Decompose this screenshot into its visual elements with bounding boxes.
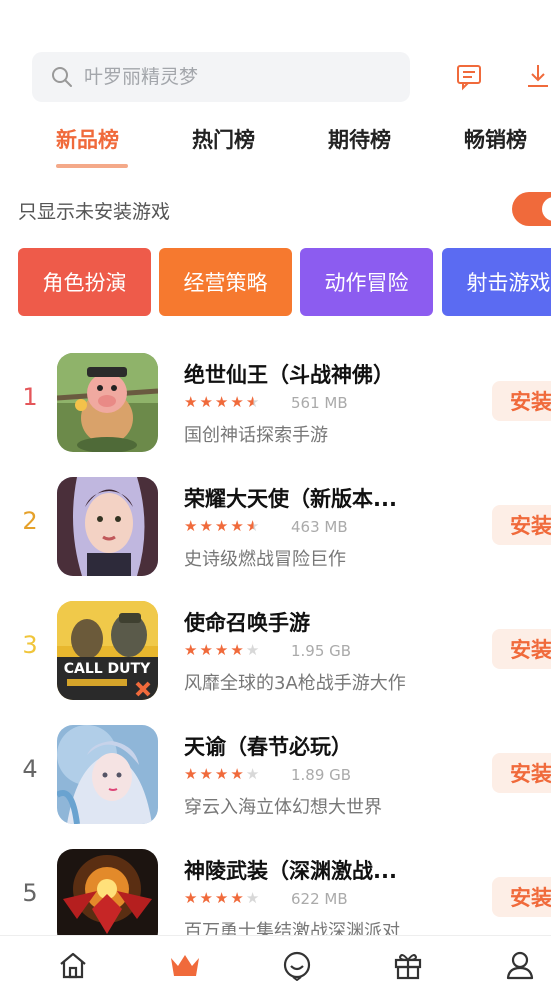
game-title: 绝世仙王（斗战神佛） xyxy=(184,363,394,387)
game-icon xyxy=(57,849,158,948)
search-input[interactable] xyxy=(84,66,384,88)
game-item[interactable]: 1 绝世仙王（斗战神佛） ★★★★★ 561 MB 国创神话探索手游 安装 xyxy=(0,345,551,455)
thumb-logo-text: CALL DUTY xyxy=(64,661,151,677)
tab-new[interactable]: 新品榜 xyxy=(56,124,119,154)
star-icon: ★ xyxy=(199,641,215,659)
game-size: 561 MB xyxy=(291,394,348,412)
category-strategy[interactable]: 经营策略 xyxy=(159,248,292,316)
bottom-nav xyxy=(0,935,551,981)
star-icon: ★ xyxy=(214,765,231,783)
message-icon[interactable] xyxy=(453,60,485,92)
star-icon: ★ xyxy=(230,393,246,411)
star-icon: ★ xyxy=(184,641,200,659)
game-item[interactable]: 3 CALL DUTY 使命召唤手游 ★★★★★ 1.95 GB 风靡全球的3A… xyxy=(0,593,551,703)
game-title: 使命召唤手游 xyxy=(184,611,310,635)
category-action[interactable]: 动作冒险 xyxy=(300,248,433,316)
filter-row: 只显示未安装游戏 xyxy=(0,188,551,232)
game-description: 风靡全球的3A枪战手游大作 xyxy=(184,673,406,694)
game-icon xyxy=(57,353,158,452)
install-button[interactable]: 安装 xyxy=(492,505,551,545)
tab-bestselling[interactable]: 畅销榜 xyxy=(464,124,527,154)
game-description: 穿云入海立体幻想大世界 xyxy=(184,797,382,818)
star-icon: ★ xyxy=(245,517,262,535)
star-icon: ★ xyxy=(230,517,246,535)
rank-number: 1 xyxy=(22,383,38,411)
star-icon: ★ xyxy=(199,889,215,907)
star-icon: ★ xyxy=(199,765,215,783)
rank-number: 4 xyxy=(22,755,38,783)
download-icon[interactable] xyxy=(522,60,551,92)
game-size: 1.89 GB xyxy=(291,766,352,784)
install-button[interactable]: 安装 xyxy=(492,381,551,421)
tab-expected[interactable]: 期待榜 xyxy=(328,124,391,154)
star-icon: ★ xyxy=(199,517,215,535)
active-tab-indicator xyxy=(56,164,128,168)
toggle-knob xyxy=(542,197,551,221)
star-icon: ★ xyxy=(184,765,200,783)
rating-stars: ★★★★★ xyxy=(184,641,261,659)
category-rpg[interactable]: 角色扮演 xyxy=(18,248,151,316)
install-button[interactable]: 安装 xyxy=(492,753,551,793)
install-button[interactable]: 安装 xyxy=(492,877,551,917)
star-icon: ★ xyxy=(214,517,231,535)
game-description: 国创神话探索手游 xyxy=(184,425,328,446)
star-icon: ★ xyxy=(214,641,231,659)
star-icon: ★ xyxy=(184,517,200,535)
home-icon[interactable] xyxy=(56,948,90,981)
top-bar xyxy=(0,0,551,120)
game-title: 荣耀大天使（新版本... xyxy=(184,487,397,511)
rating-stars: ★★★★★ xyxy=(184,889,261,907)
star-icon: ★ xyxy=(184,393,200,411)
rating-stars: ★★★★★ xyxy=(184,765,261,783)
search-icon xyxy=(50,65,74,89)
rating-stars: ★★★★★ xyxy=(184,393,261,411)
category-row: 角色扮演 经营策略 动作冒险 射击游戏 xyxy=(0,248,551,318)
star-icon: ★ xyxy=(230,641,246,659)
filter-label: 只显示未安装游戏 xyxy=(18,201,171,223)
game-title: 天谕（春节必玩） xyxy=(184,735,352,759)
rank-number: 2 xyxy=(22,507,38,535)
game-size: 622 MB xyxy=(291,890,348,908)
game-icon: CALL DUTY xyxy=(57,601,158,700)
star-icon: ★ xyxy=(245,641,262,659)
star-icon: ★ xyxy=(214,889,231,907)
star-icon: ★ xyxy=(245,393,262,411)
game-item[interactable]: 2 荣耀大天使（新版本... ★★★★★ 463 MB 史诗级燃战冒险巨作 安装 xyxy=(0,469,551,579)
rank-number: 5 xyxy=(22,879,38,907)
game-icon xyxy=(57,725,158,824)
search-box[interactable] xyxy=(32,52,410,102)
install-button[interactable]: 安装 xyxy=(492,629,551,669)
star-icon: ★ xyxy=(199,393,215,411)
smiley-icon[interactable] xyxy=(280,948,314,981)
rank-number: 3 xyxy=(22,631,38,659)
game-icon xyxy=(57,477,158,576)
game-size: 1.95 GB xyxy=(291,642,352,660)
uninstalled-only-toggle[interactable] xyxy=(512,192,551,226)
star-icon: ★ xyxy=(230,889,246,907)
star-icon: ★ xyxy=(184,889,200,907)
tab-hot[interactable]: 热门榜 xyxy=(192,124,255,154)
category-shooter[interactable]: 射击游戏 xyxy=(442,248,551,316)
star-icon: ★ xyxy=(230,765,246,783)
crown-icon[interactable] xyxy=(168,948,202,981)
game-description: 史诗级燃战冒险巨作 xyxy=(184,549,346,570)
star-icon: ★ xyxy=(245,765,262,783)
game-title: 神陵武装（深渊激战... xyxy=(184,859,397,883)
gift-icon[interactable] xyxy=(391,948,425,981)
game-size: 463 MB xyxy=(291,518,348,536)
rank-tabs: 新品榜 热门榜 期待榜 畅销榜 xyxy=(0,118,551,168)
rating-stars: ★★★★★ xyxy=(184,517,261,535)
user-icon[interactable] xyxy=(503,948,537,981)
star-icon: ★ xyxy=(214,393,231,411)
game-item[interactable]: 4 天谕（春节必玩） ★★★★★ 1.89 GB 穿云入海立体幻想大世界 安装 xyxy=(0,717,551,827)
star-icon: ★ xyxy=(245,889,262,907)
